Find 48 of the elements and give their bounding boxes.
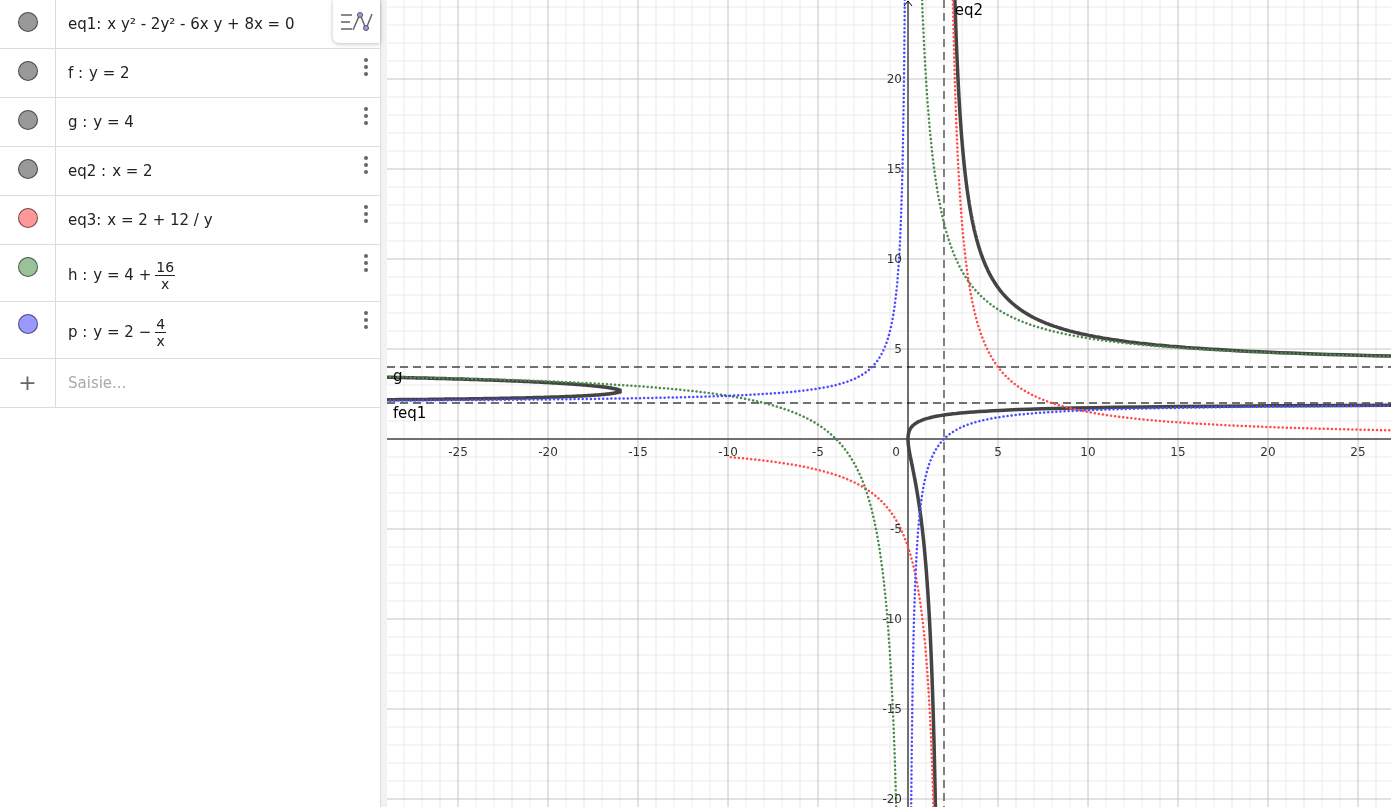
axis-tick-label: 20 [886, 72, 902, 86]
axis-tick-label: 15 [1170, 445, 1186, 459]
axis-tick-label: 5 [994, 445, 1002, 459]
axis-tick-label: -15 [628, 445, 648, 459]
style-bar-toggle-button[interactable] [333, 0, 380, 43]
object-label: p : [68, 321, 88, 343]
expression: x = 2 [112, 160, 153, 182]
axis-tick-label: -5 [812, 445, 824, 459]
axis-tick-label: 15 [886, 162, 902, 176]
graph-style-icon [339, 10, 374, 33]
axis-tick-label: -10 [718, 445, 738, 459]
expression: y = 2 − [93, 321, 152, 343]
object-label: g : [68, 111, 88, 133]
axis-tick-label: -10 [882, 612, 902, 626]
axis-tick-label: 20 [1260, 445, 1276, 459]
axis-tick-label: 25 [1350, 445, 1366, 459]
expression: y = 4 + [93, 264, 152, 286]
add-icon[interactable]: + [18, 372, 37, 394]
axis-tick-label: 10 [1080, 445, 1096, 459]
expression: y = 4 [93, 111, 134, 133]
visibility-toggle[interactable] [17, 314, 38, 334]
fraction: 16 x [155, 258, 176, 292]
fraction: 4 x [155, 315, 167, 349]
axis-tick-label: -20 [882, 792, 902, 806]
axis-tick-label: -5 [890, 522, 902, 536]
curve-label: eq1 [398, 404, 427, 422]
axis-tick-label: -15 [882, 702, 902, 716]
visibility-toggle[interactable] [17, 159, 38, 179]
expression: y = 2 [89, 62, 130, 84]
visibility-toggle[interactable] [17, 257, 38, 277]
axis-tick-label: 5 [894, 342, 902, 356]
object-label: eq2 : [68, 160, 107, 182]
object-label: eq3: [68, 209, 102, 231]
visibility-toggle[interactable] [17, 61, 38, 81]
input-field[interactable]: Saisie... [56, 359, 380, 407]
axis-tick-label: -20 [538, 445, 558, 459]
visibility-toggle[interactable] [17, 110, 38, 130]
object-label: f : [68, 62, 84, 84]
axis-tick-label: -25 [448, 445, 468, 459]
visibility-toggle[interactable] [17, 208, 38, 228]
expression: x = 2 + 12 / y [107, 209, 213, 231]
object-label: h : [68, 264, 88, 286]
visibility-toggle[interactable] [17, 12, 38, 32]
axis-tick-label: 10 [886, 252, 902, 266]
axis-tick-label: 0 [892, 445, 900, 459]
object-label: eq1: [68, 13, 102, 35]
expression: x y² - 2y² - 6x y + 8x = 0 [107, 13, 295, 35]
curve-label: f [393, 404, 399, 422]
